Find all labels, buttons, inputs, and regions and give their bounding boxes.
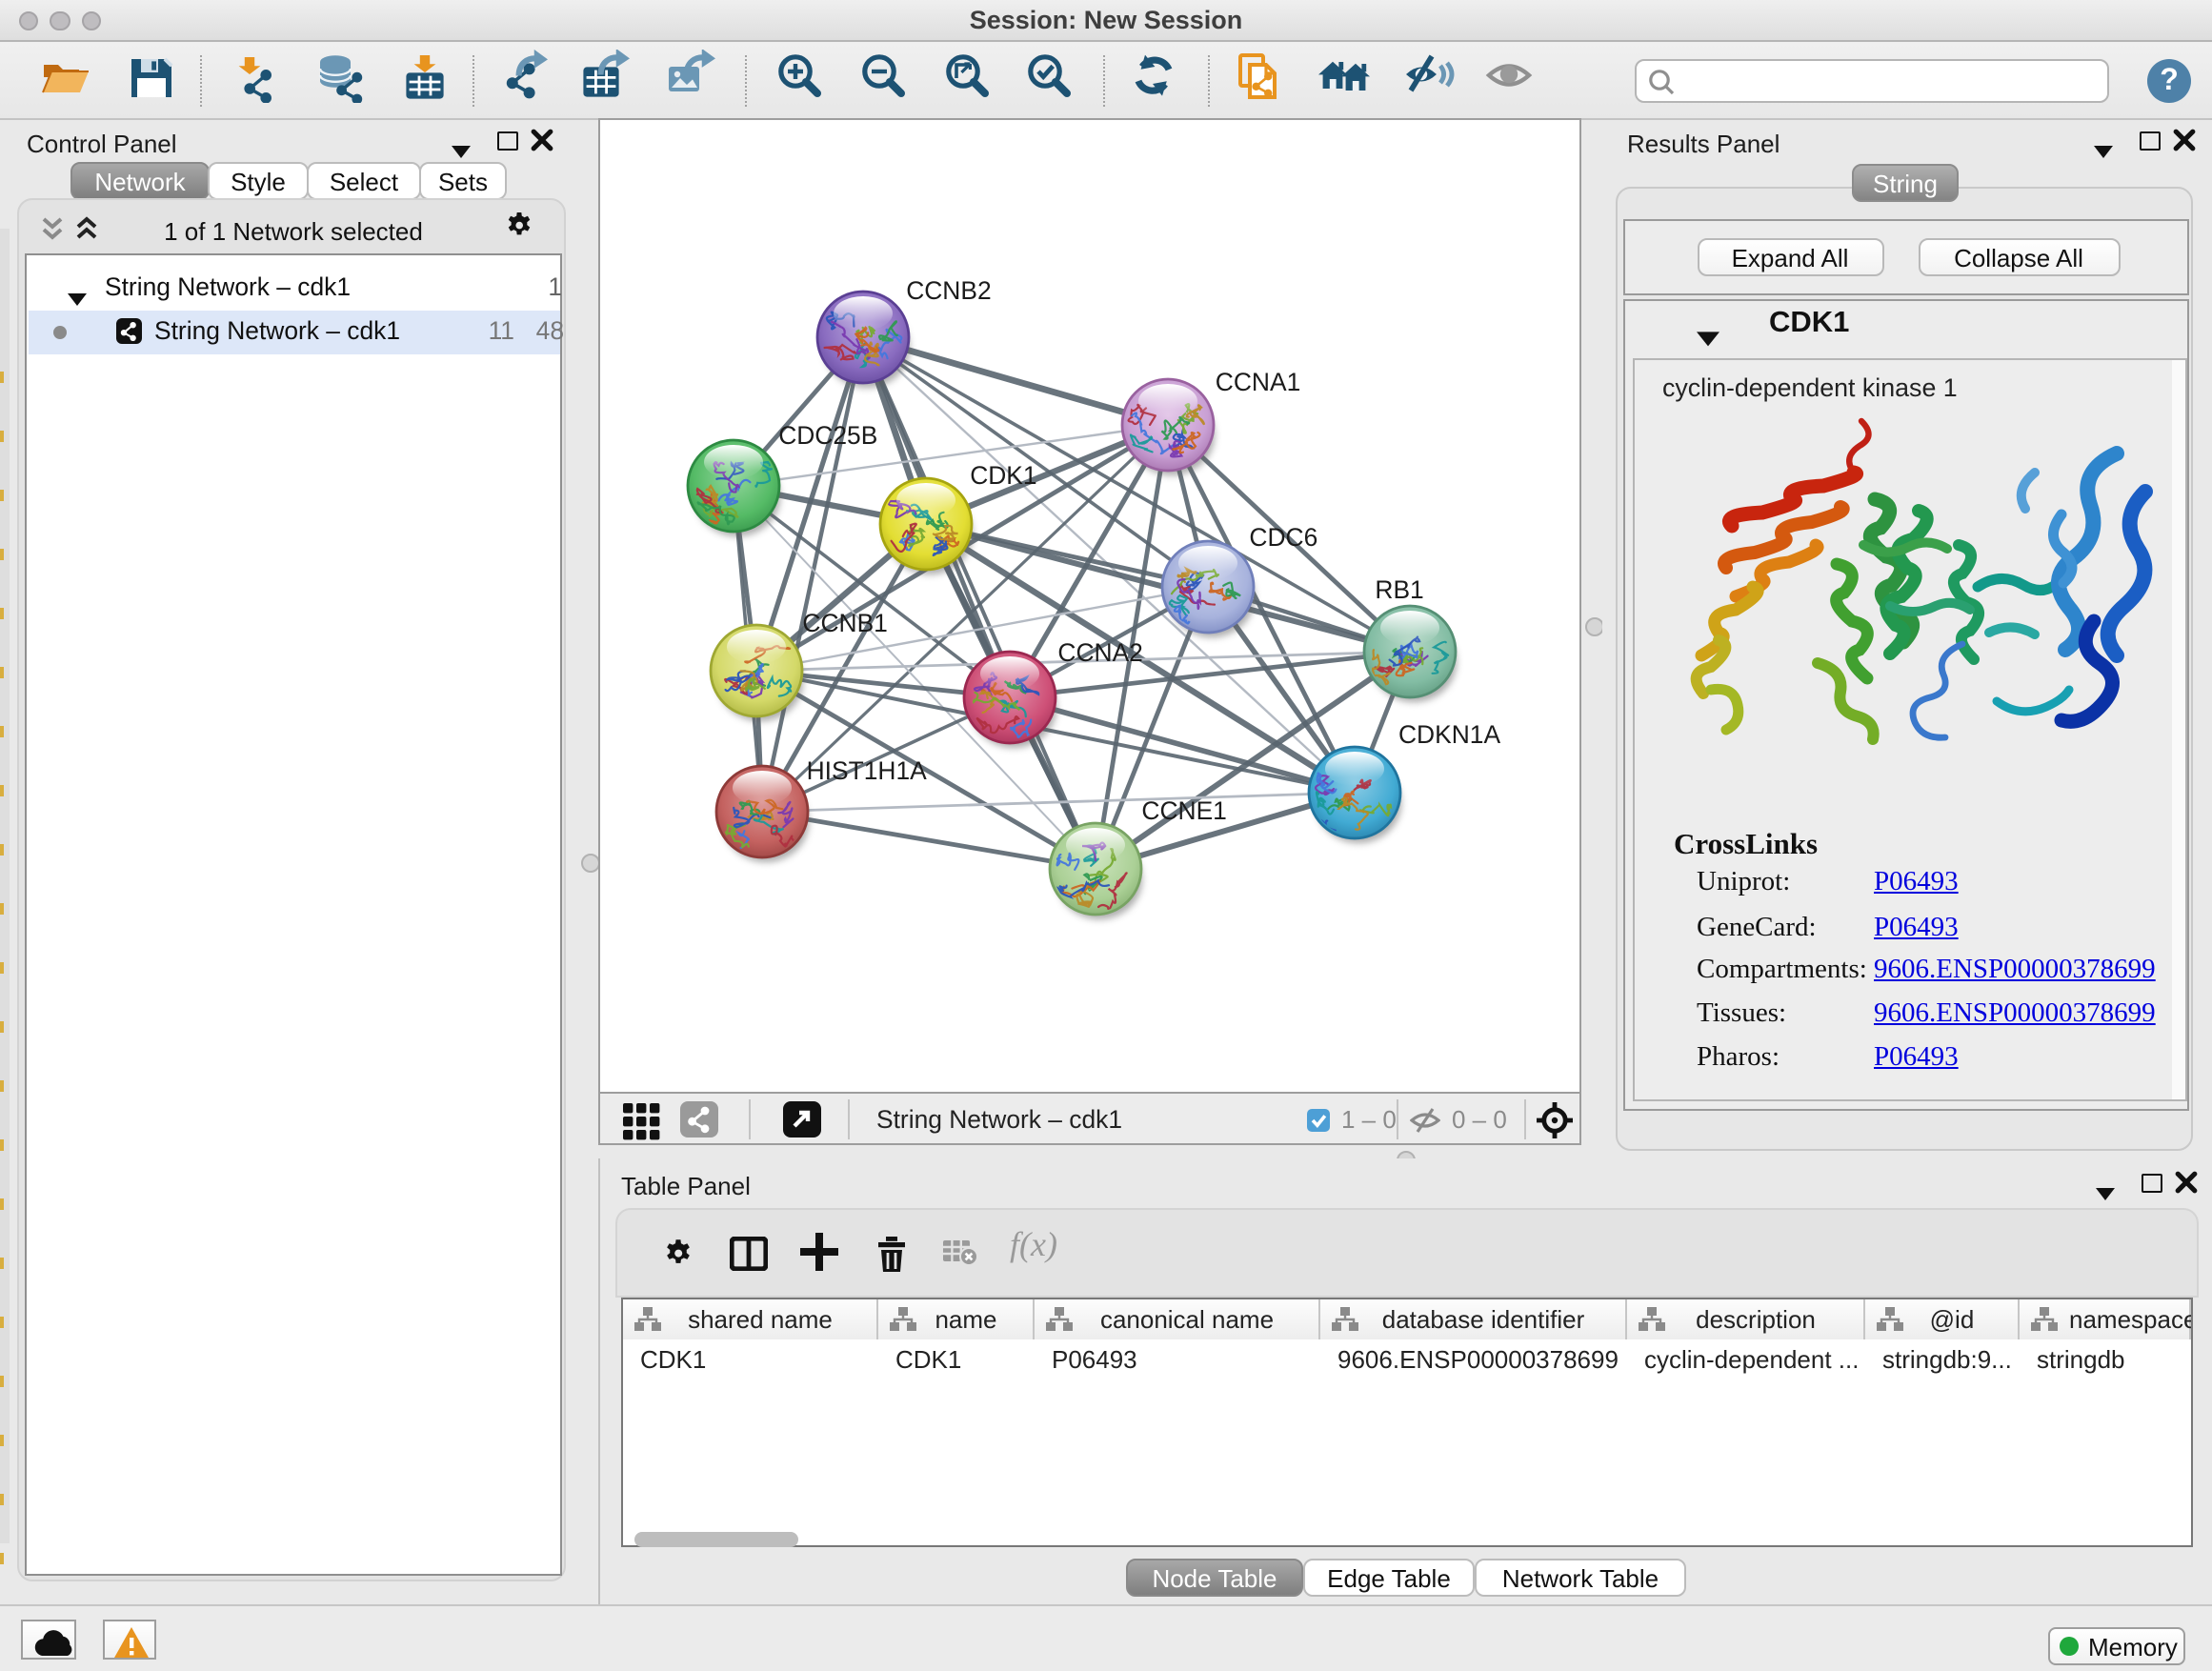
svg-text:CDK1: CDK1 (970, 461, 1036, 490)
svg-text:CDC25B: CDC25B (778, 421, 877, 450)
svg-text:HIST1H1A: HIST1H1A (807, 756, 928, 785)
svg-text:CCNB2: CCNB2 (906, 276, 991, 305)
svg-text:CDKN1A: CDKN1A (1398, 720, 1500, 749)
svg-text:CCNA2: CCNA2 (1057, 638, 1142, 667)
svg-text:RB1: RB1 (1375, 575, 1423, 604)
svg-text:CDC6: CDC6 (1249, 523, 1317, 552)
svg-text:CCNB1: CCNB1 (802, 609, 887, 637)
svg-text:CCNA1: CCNA1 (1216, 368, 1300, 396)
svg-text:CCNE1: CCNE1 (1141, 796, 1226, 825)
